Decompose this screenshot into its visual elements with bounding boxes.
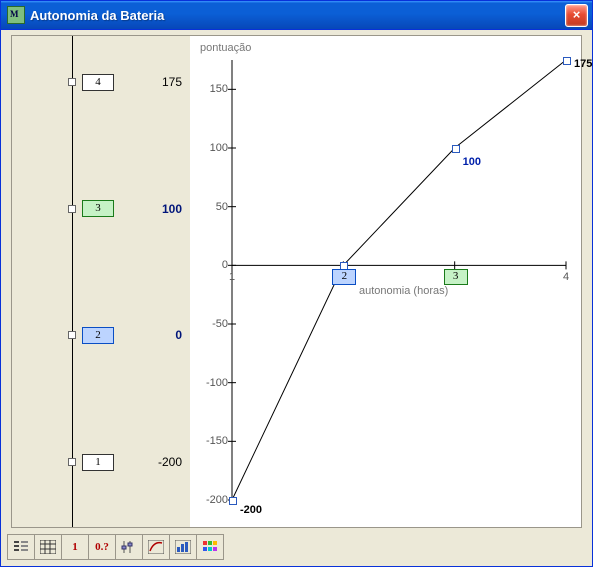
scale-category-box[interactable]: 3 [82,200,114,217]
curve-icon [148,540,164,554]
handle-icon[interactable] [68,331,76,339]
y-tick-label: -150 [194,435,228,447]
y-tick-label: 0 [194,259,228,271]
scale-value: 100 [114,202,182,216]
toolbar-btn-precision[interactable]: 0.? [88,534,116,560]
scale-value: -200 [114,455,182,469]
y-tick-label: 150 [194,83,228,95]
client-area: 41753100201-200 pontuação 1234-200-150-1… [3,31,590,564]
handle-icon[interactable] [68,205,76,213]
scale-category-box[interactable]: 2 [82,327,114,344]
toolbar-btn-sliders[interactable] [115,534,143,560]
sliders-icon [121,540,137,554]
value-scale: 4175 3100 20 1-200 [12,36,190,527]
x-tick-label: 1 [229,271,235,283]
data-point[interactable] [563,57,571,65]
main-panel: 41753100201-200 pontuação 1234-200-150-1… [11,35,582,528]
bottom-toolbar: 1 0.? [7,534,223,560]
close-button[interactable]: × [565,4,588,27]
handle-icon[interactable] [68,78,76,86]
bars-icon [175,540,191,554]
close-icon: × [573,7,581,22]
y-tick-label: 100 [194,142,228,154]
toolbar-btn-curve[interactable] [142,534,170,560]
window-title: Autonomia da Bateria [30,8,565,23]
scale-row[interactable]: 4175 [12,73,182,91]
scale-row[interactable]: 3100 [12,200,182,218]
y-tick-label: -100 [194,377,228,389]
data-label: -200 [240,504,262,516]
y-tick-label: -50 [194,318,228,330]
data-point[interactable] [229,497,237,505]
y-tick-label: 50 [194,201,228,213]
list-icon [13,540,29,554]
scale-category-box[interactable]: 4 [82,74,114,91]
x-category-box[interactable]: 3 [444,269,468,285]
toolbar-btn-palette[interactable] [196,534,224,560]
scale-row[interactable]: 20 [12,326,182,344]
chart-area[interactable]: pontuação 1 2 3 4 -200 -150 -100 -50 0 50 100 150 au… [190,36,581,527]
title-bar[interactable]: Autonomia da Bateria × [1,1,592,30]
y-axis-label: pontuação [200,42,251,54]
y-tick-label: -200 [194,494,228,506]
scale-value: 0 [114,328,182,342]
plot-inner [232,60,566,500]
data-label: 175 [574,58,592,70]
app-window: Autonomia da Bateria × 41753100201-200 p… [0,0,593,567]
x-category-box[interactable]: 2 [332,269,356,285]
app-icon [7,6,25,24]
toolbar-btn-scale[interactable]: 1 [61,534,89,560]
data-label: 100 [463,156,481,168]
chart-lines [232,60,566,500]
palette-icon [202,540,218,554]
scale-value: 175 [114,75,182,89]
grid-icon [40,540,56,554]
toolbar-btn-grid[interactable] [34,534,62,560]
x-axis-label: autonomia (horas) [359,285,448,297]
data-point[interactable] [452,145,460,153]
x-tick-label: 4 [563,271,569,283]
handle-icon[interactable] [68,458,76,466]
toolbar-btn-bars[interactable] [169,534,197,560]
scale-category-box[interactable]: 1 [82,454,114,471]
toolbar-btn-list[interactable] [7,534,35,560]
scale-row[interactable]: 1-200 [12,453,182,471]
